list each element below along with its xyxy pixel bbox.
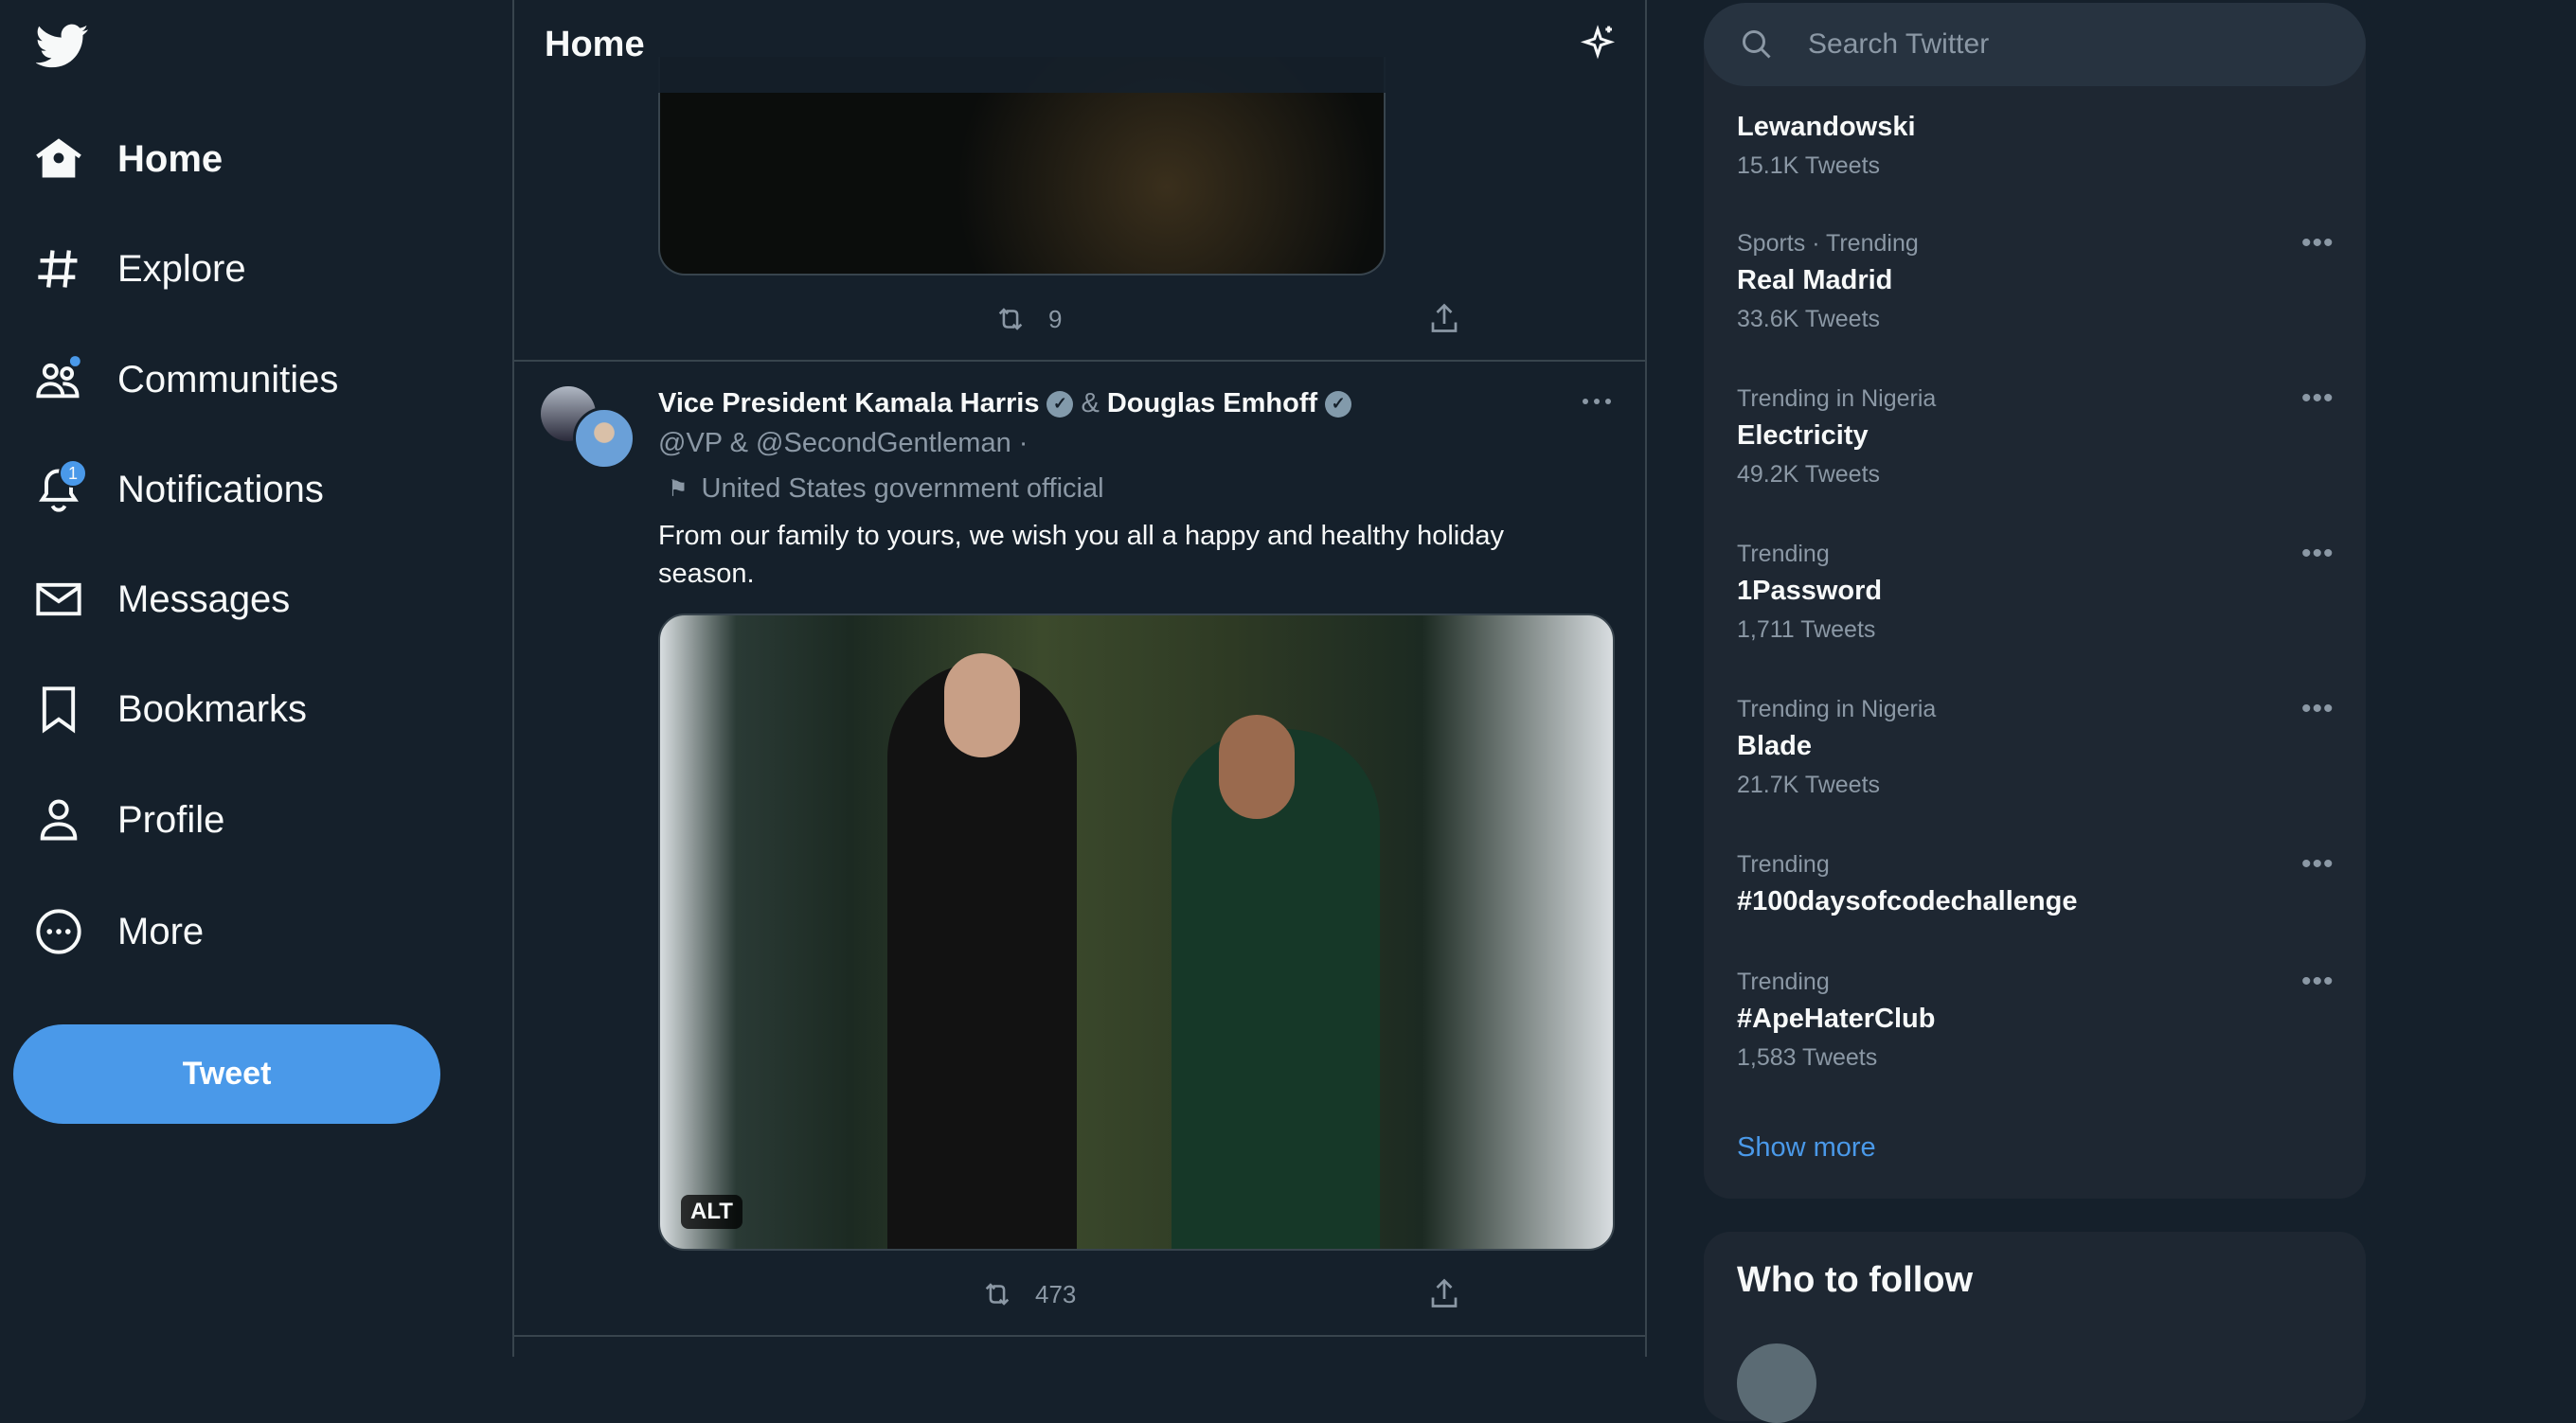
trend-category: Trending in Nigeria [1737,696,1937,722]
trend-item[interactable]: Trending in Nigeria Electricity 49.2K Twee… [1737,385,2324,489]
nav-label: Messages [117,578,291,620]
alt-badge[interactable]: ALT [681,1195,742,1229]
trend-category: Trending in Nigeria [1737,385,1937,412]
trend-count: 15.1K Tweets [1737,152,1881,179]
trend-category: Trending [1737,851,1830,878]
nav-notifications[interactable]: 1 Notifications [34,452,324,527]
nav-explore[interactable]: Explore [34,231,246,307]
tweet-text: From our family to yours, we wish you al… [658,521,1504,589]
nav-communities[interactable]: Communities [34,342,338,418]
author-name[interactable]: Douglas Emhoff [1107,388,1317,419]
avatar-second-gentleman[interactable] [573,407,635,470]
avatar[interactable] [1737,1343,1816,1423]
divider [514,360,1645,362]
trend-category: Trending [1737,541,1830,567]
trend-name: #100daysofcodechallenge [1737,886,2078,916]
nav-bookmarks[interactable]: Bookmarks [34,671,307,747]
trend-name: Electricity [1737,420,1869,451]
who-to-follow-card: Who to follow [1704,1232,2366,1423]
search-icon [1743,30,1771,59]
trend-item[interactable]: Sports · Trending Real Madrid 33.6K Tweets [1737,230,2324,333]
verified-badge-icon: ✓ [1046,390,1074,418]
trend-more-icon[interactable]: ••• [2301,538,2334,570]
nav-label: Bookmarks [117,687,308,730]
retweet-count: 473 [1035,1279,1077,1308]
gov-label: ⚑ United States government official [668,473,1104,505]
tweet-button[interactable]: Tweet [13,1024,440,1124]
twitter-bird-icon[interactable] [36,23,89,70]
retweet-button[interactable]: 473 [980,1278,1076,1310]
trend-more-icon[interactable]: ••• [2301,966,2334,998]
retweet-icon [985,1283,1010,1306]
trend-name: Real Madrid [1737,265,1893,295]
nav-label: Notifications [117,468,324,510]
bookmark-icon [42,686,76,734]
trend-count: 1,711 Tweets [1737,616,1876,643]
flag-icon: ⚑ [668,476,689,502]
nav-label: More [117,910,205,952]
gov-label-text: United States government official [701,473,1104,504]
retweet-icon [998,308,1023,330]
trend-name: Lewandowski [1737,112,1916,142]
author-name[interactable]: Vice President Kamala Harris [658,388,1039,419]
tweet-handles[interactable]: @VP & @SecondGentleman · [658,428,1028,459]
trend-item[interactable]: Lewandowski 15.1K Tweets [1737,104,2324,180]
trend-more-icon[interactable]: ••• [2301,848,2334,880]
ampersand: & [1081,388,1100,418]
trend-category: Trending [1737,969,1830,995]
retweet-button[interactable]: 9 [993,303,1062,335]
trend-item[interactable]: Trending #ApeHaterClub 1,583 Tweets [1737,969,2324,1072]
trend-item[interactable]: Trending 1Password 1,711 Tweets [1737,541,2324,644]
communities-icon [36,356,80,399]
nav-profile[interactable]: Profile [34,782,224,858]
tweet-photo[interactable]: ALT [658,614,1615,1251]
person-icon [40,799,78,841]
trend-count: 21.7K Tweets [1737,772,1881,798]
home-icon [36,138,81,178]
more-circle-icon [36,909,81,954]
trend-item[interactable]: Trending in Nigeria Blade 21.7K Tweets [1737,696,2324,799]
trend-count: 1,583 Tweets [1737,1044,1878,1071]
timeline: Home 9 Vice President Kamala Harris ✓ & … [512,0,1647,1357]
tweet-author-line: Vice President Kamala Harris ✓ & Douglas… [658,388,1352,419]
notification-badge: 1 [59,459,87,488]
show-more-link[interactable]: Show more [1737,1132,1876,1164]
trend-name: Blade [1737,731,1812,761]
trend-category: Sports · Trending [1737,230,1919,257]
search-input[interactable] [1808,28,2300,61]
trend-more-icon[interactable]: ••• [2301,227,2334,259]
trend-name: #ApeHaterClub [1737,1004,1936,1034]
page-title: Home [545,25,645,64]
hashtag-icon [38,250,78,288]
sparkle-icon[interactable] [1579,25,1617,62]
share-icon[interactable] [1427,301,1461,335]
envelope-icon [36,582,81,616]
nav-label: Profile [117,798,225,841]
nav-messages[interactable]: Messages [34,561,290,637]
nav-label: Home [117,137,224,180]
share-icon[interactable] [1427,1276,1461,1310]
nav-label: Communities [117,358,339,400]
trend-item[interactable]: Trending #100daysofcodechallenge [1737,851,2324,917]
nav-more[interactable]: More [34,894,204,969]
header: Home [514,0,1645,93]
more-options-icon[interactable] [1581,396,1613,407]
search-bar[interactable] [1704,3,2366,86]
trend-count: 33.6K Tweets [1737,306,1881,332]
trend-more-icon[interactable]: ••• [2301,382,2334,415]
verified-badge-icon: ✓ [1325,390,1352,418]
who-to-follow-title: Who to follow [1737,1260,1974,1300]
nav-home[interactable]: Home [34,121,223,197]
trend-count: 49.2K Tweets [1737,461,1881,488]
trend-name: 1Password [1737,576,1883,606]
nav-label: Explore [117,247,246,290]
trend-more-icon[interactable]: ••• [2301,693,2334,725]
divider [514,1335,1645,1337]
retweet-count: 9 [1048,304,1063,333]
